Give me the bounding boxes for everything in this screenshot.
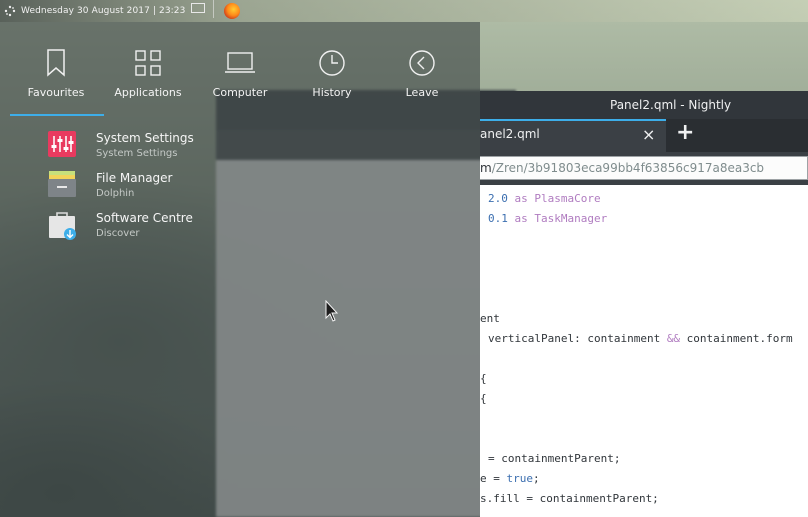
firefox-icon[interactable] (224, 3, 241, 19)
application-launcher: Favourites Applications Computer History… (0, 22, 480, 517)
back-arrow-icon (376, 46, 468, 80)
item-name: File Manager (96, 171, 173, 185)
top-panel: Wednesday 30 August 2017 | 23:23 (0, 0, 808, 22)
tab-bar: anel2.qml × + (480, 119, 808, 152)
close-tab-icon[interactable]: × (642, 125, 655, 144)
clock-icon (286, 46, 378, 80)
tab-label: anel2.qml (480, 127, 540, 141)
tab-computer[interactable]: Computer (194, 46, 286, 99)
url-field[interactable]: m/Zren/3b91803eca99bb4f63856c917a8ea3cb (480, 156, 808, 180)
panel-divider (213, 0, 215, 18)
item-name: System Settings (96, 131, 194, 145)
code-line: verticalPanel: containment && containmen… (488, 332, 793, 345)
window-task-icon[interactable] (191, 3, 206, 13)
list-item-system-settings[interactable]: System Settings System Settings (0, 126, 240, 164)
launcher-button[interactable] (0, 0, 20, 22)
panel-clock[interactable]: Wednesday 30 August 2017 | 23:23 (21, 6, 185, 16)
url-text: m/Zren/3b91803eca99bb4f63856c917a8ea3cb (480, 161, 765, 175)
navigation-bar: m/Zren/3b91803eca99bb4f63856c917a8ea3cb (480, 152, 808, 185)
code-line: 0.1 as TaskManager (488, 212, 608, 225)
item-name: Software Centre (96, 211, 193, 225)
new-tab-icon[interactable]: + (676, 120, 694, 145)
code-line: { (480, 392, 487, 405)
tab-favourites-label: Favourites (27, 86, 85, 99)
launcher-tabs: Favourites Applications Computer History… (0, 22, 480, 117)
list-item-software-centre[interactable]: Software Centre Discover (0, 206, 240, 244)
mouse-cursor-icon (325, 299, 339, 324)
code-line: { (480, 372, 487, 385)
code-line: s.fill = containmentParent; (480, 492, 659, 505)
tab-history[interactable]: History (286, 46, 378, 99)
bookmark-icon (10, 46, 102, 80)
item-subtitle: Dolphin (96, 188, 135, 199)
shopping-bag-icon (47, 209, 77, 240)
code-line: = containmentParent; (488, 452, 621, 465)
tab-leave-label: Leave (405, 86, 439, 99)
tab-history-label: History (312, 86, 352, 99)
item-subtitle: Discover (96, 228, 140, 239)
tab-leave[interactable]: Leave (376, 46, 468, 99)
laptop-icon (194, 46, 286, 80)
window-titlebar[interactable]: Panel2.qml - Nightly (480, 91, 808, 119)
tab-applications[interactable]: Applications (102, 46, 194, 99)
tab-computer-label: Computer (212, 86, 268, 99)
grid-icon (102, 46, 194, 80)
code-line: ent (480, 312, 500, 325)
tab-applications-label: Applications (114, 86, 182, 99)
tab-favourites[interactable]: Favourites (10, 46, 102, 99)
nightly-window: Panel2.qml - Nightly anel2.qml × + m/Zre… (480, 91, 808, 517)
code-line: 2.0 as PlasmaCore (488, 192, 601, 205)
browser-tab[interactable]: anel2.qml × (480, 119, 666, 152)
code-view: 2.0 as PlasmaCore 0.1 as TaskManager ent ve… (480, 185, 808, 517)
settings-sliders-icon (47, 129, 77, 159)
window-title: Panel2.qml - Nightly (610, 98, 732, 112)
launcher-icon (4, 5, 16, 17)
code-line: e = true; (480, 472, 540, 485)
active-tab-indicator (10, 114, 104, 116)
folder-icon (47, 169, 77, 199)
list-item-file-manager[interactable]: File Manager Dolphin (0, 166, 240, 204)
item-subtitle: System Settings (96, 148, 178, 159)
